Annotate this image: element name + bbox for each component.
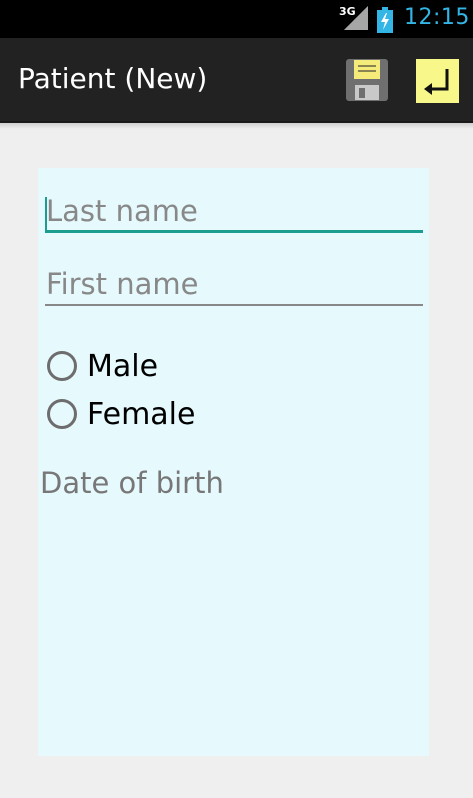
battery-charging-icon [377, 7, 393, 33]
patient-form: Male Female Date of birth [38, 168, 429, 756]
floppy-disk-icon [346, 59, 388, 101]
enter-return-icon [416, 59, 459, 103]
status-bar: 3G 12:15 [0, 0, 473, 38]
action-bar-shadow [0, 123, 473, 129]
text-cursor [45, 197, 47, 231]
enter-button[interactable] [416, 59, 459, 103]
action-bar: Patient (New) [0, 38, 473, 123]
last-name-underline [45, 230, 423, 233]
first-name-underline [45, 304, 423, 306]
status-clock: 12:15 [404, 5, 470, 30]
signal-icon [344, 6, 368, 30]
radio-label-male: Male [87, 348, 159, 384]
last-name-input[interactable] [45, 183, 423, 233]
gender-radio-female[interactable]: Female [47, 394, 195, 434]
last-name-field[interactable] [45, 183, 423, 233]
gender-radio-male[interactable]: Male [47, 346, 158, 386]
first-name-input[interactable] [45, 256, 423, 306]
date-of-birth-field[interactable]: Date of birth [40, 466, 224, 500]
radio-button-male[interactable] [47, 351, 77, 381]
radio-button-female[interactable] [47, 399, 77, 429]
radio-label-female: Female [87, 396, 196, 432]
page-title: Patient (New) [18, 62, 208, 95]
save-button[interactable] [345, 58, 389, 102]
first-name-field[interactable] [45, 256, 423, 306]
